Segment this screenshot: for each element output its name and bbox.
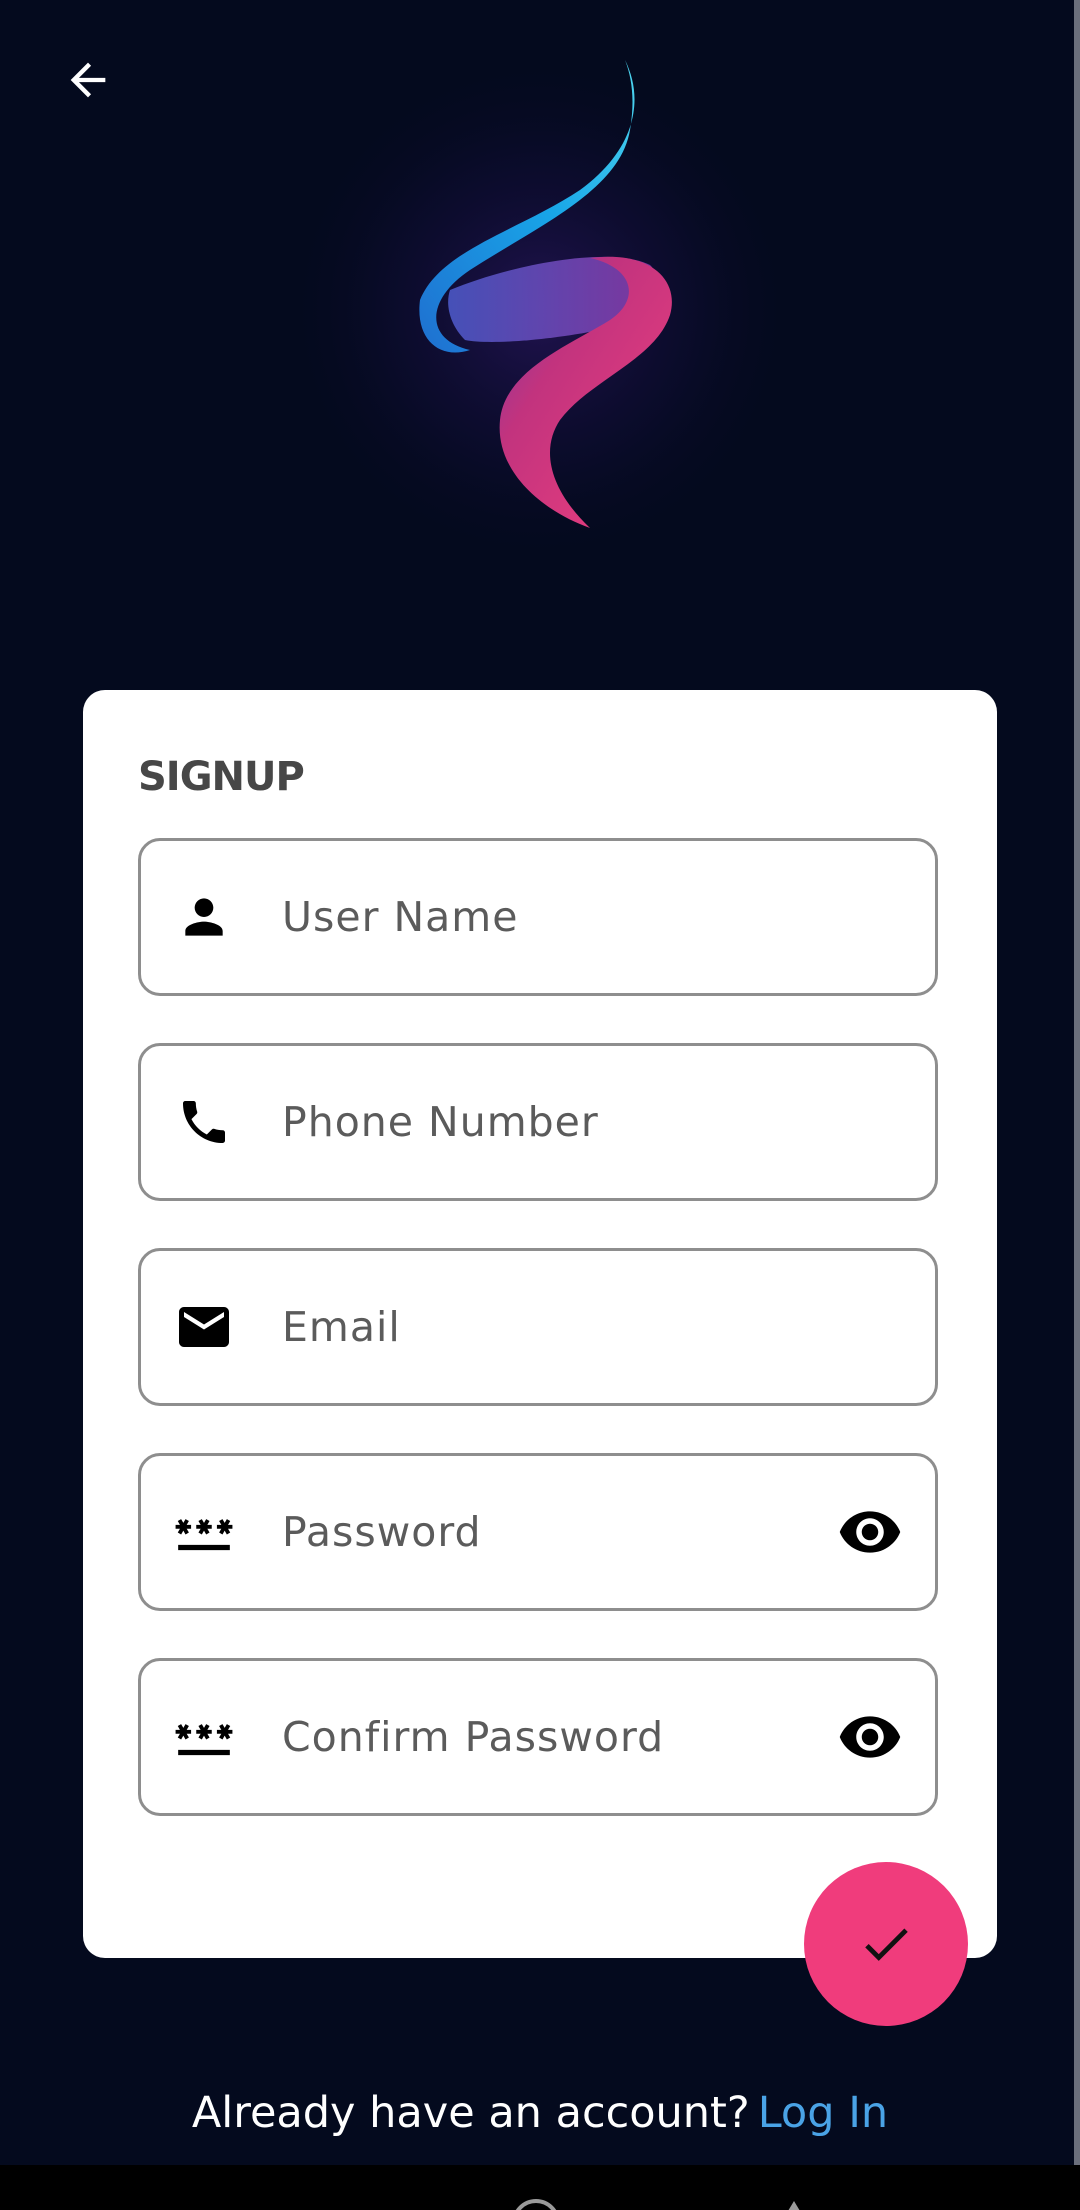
username-placeholder: User Name <box>282 893 519 941</box>
email-placeholder: Email <box>282 1303 401 1351</box>
password-placeholder: Password <box>282 1508 482 1556</box>
password-field[interactable]: Password <box>138 1453 938 1611</box>
confirm-password-field[interactable]: Confirm Password <box>138 1658 938 1816</box>
phone-number-placeholder: Phone Number <box>282 1098 599 1146</box>
signup-title: SIGNUP <box>138 754 305 800</box>
password-icon <box>173 1501 235 1563</box>
login-prompt-text: Already have an account? <box>191 2088 750 2138</box>
signup-screen: SIGNUP User Name Phone Number Email Pass… <box>0 0 1080 2210</box>
back-button[interactable] <box>48 40 128 120</box>
submit-button[interactable] <box>804 1862 968 2026</box>
check-icon <box>865 1928 908 1961</box>
home-icon[interactable] <box>512 2199 560 2210</box>
confirm-password-placeholder: Confirm Password <box>282 1713 665 1761</box>
eye-icon[interactable] <box>835 1702 905 1772</box>
person-icon <box>173 886 235 948</box>
email-field[interactable]: Email <box>138 1248 938 1406</box>
login-link[interactable]: Log In <box>758 2088 888 2138</box>
phone-number-field[interactable]: Phone Number <box>138 1043 938 1201</box>
system-nav-bar <box>0 2165 1080 2210</box>
nav-back-icon[interactable] <box>776 2201 812 2210</box>
app-logo <box>280 50 800 570</box>
phone-icon <box>173 1091 235 1153</box>
scroll-edge <box>1074 0 1080 2165</box>
arrow-left-icon <box>70 62 106 98</box>
signup-card: SIGNUP User Name Phone Number Email Pass… <box>83 690 997 1958</box>
password-icon <box>173 1706 235 1768</box>
mail-icon <box>173 1296 235 1358</box>
login-prompt: Already have an account? Log In <box>0 2088 1080 2138</box>
eye-icon[interactable] <box>835 1497 905 1567</box>
username-field[interactable]: User Name <box>138 838 938 996</box>
